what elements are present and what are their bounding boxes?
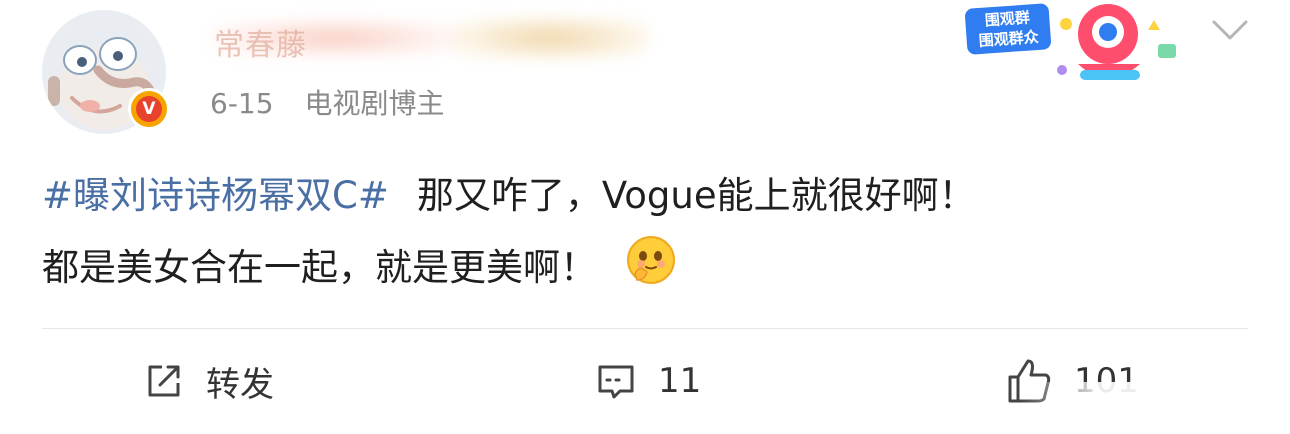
comment-bubble-icon bbox=[598, 365, 634, 399]
post-meta: 6-15 电视剧博主 bbox=[210, 82, 444, 122]
content-text-2: 都是美女合在一起，就是更美啊！ bbox=[42, 246, 597, 289]
divider bbox=[42, 328, 1248, 329]
author-name[interactable]: 常春藤 bbox=[210, 14, 650, 63]
verified-badge: V bbox=[128, 88, 170, 130]
watermark-fade bbox=[1020, 382, 1290, 422]
author-tag: 电视剧博主 bbox=[304, 87, 445, 120]
author-name-text: 常春藤 bbox=[214, 28, 307, 63]
event-badge[interactable]: 围观群 围观群众 bbox=[958, 0, 1198, 92]
topic-link[interactable]: #曝刘诗诗杨幂双C# bbox=[42, 174, 389, 217]
edit-share-icon bbox=[148, 365, 180, 397]
post-content: #曝刘诗诗杨幂双C# 那又咋了，Vogue能上就很好啊！ 都是美女合在一起，就是更… bbox=[42, 160, 1252, 304]
thinking-face-emoji-icon bbox=[627, 236, 675, 284]
content-line-1: #曝刘诗诗杨幂双C# 那又咋了，Vogue能上就很好啊！ bbox=[42, 160, 1252, 232]
name-blur bbox=[450, 16, 650, 60]
repost-button[interactable]: 转发 bbox=[142, 356, 274, 406]
repost-label: 转发 bbox=[206, 364, 274, 405]
content-text-1: 那又咋了，Vogue能上就很好啊！ bbox=[416, 174, 976, 217]
weibo-post: V 常春藤 6-15 电视剧博主 围观群 围观群众 #曝刘诗诗杨幂双C# 那又咋… bbox=[0, 0, 1290, 434]
verified-mark: V bbox=[136, 96, 162, 122]
comment-count: 11 bbox=[658, 361, 702, 401]
post-date: 6-15 bbox=[210, 87, 274, 120]
comment-button[interactable]: 11 bbox=[594, 356, 701, 406]
content-line-2: 都是美女合在一起，就是更美啊！ bbox=[42, 232, 1252, 304]
chevron-down-icon[interactable] bbox=[1206, 12, 1254, 48]
mascot-icon bbox=[1057, 4, 1176, 80]
